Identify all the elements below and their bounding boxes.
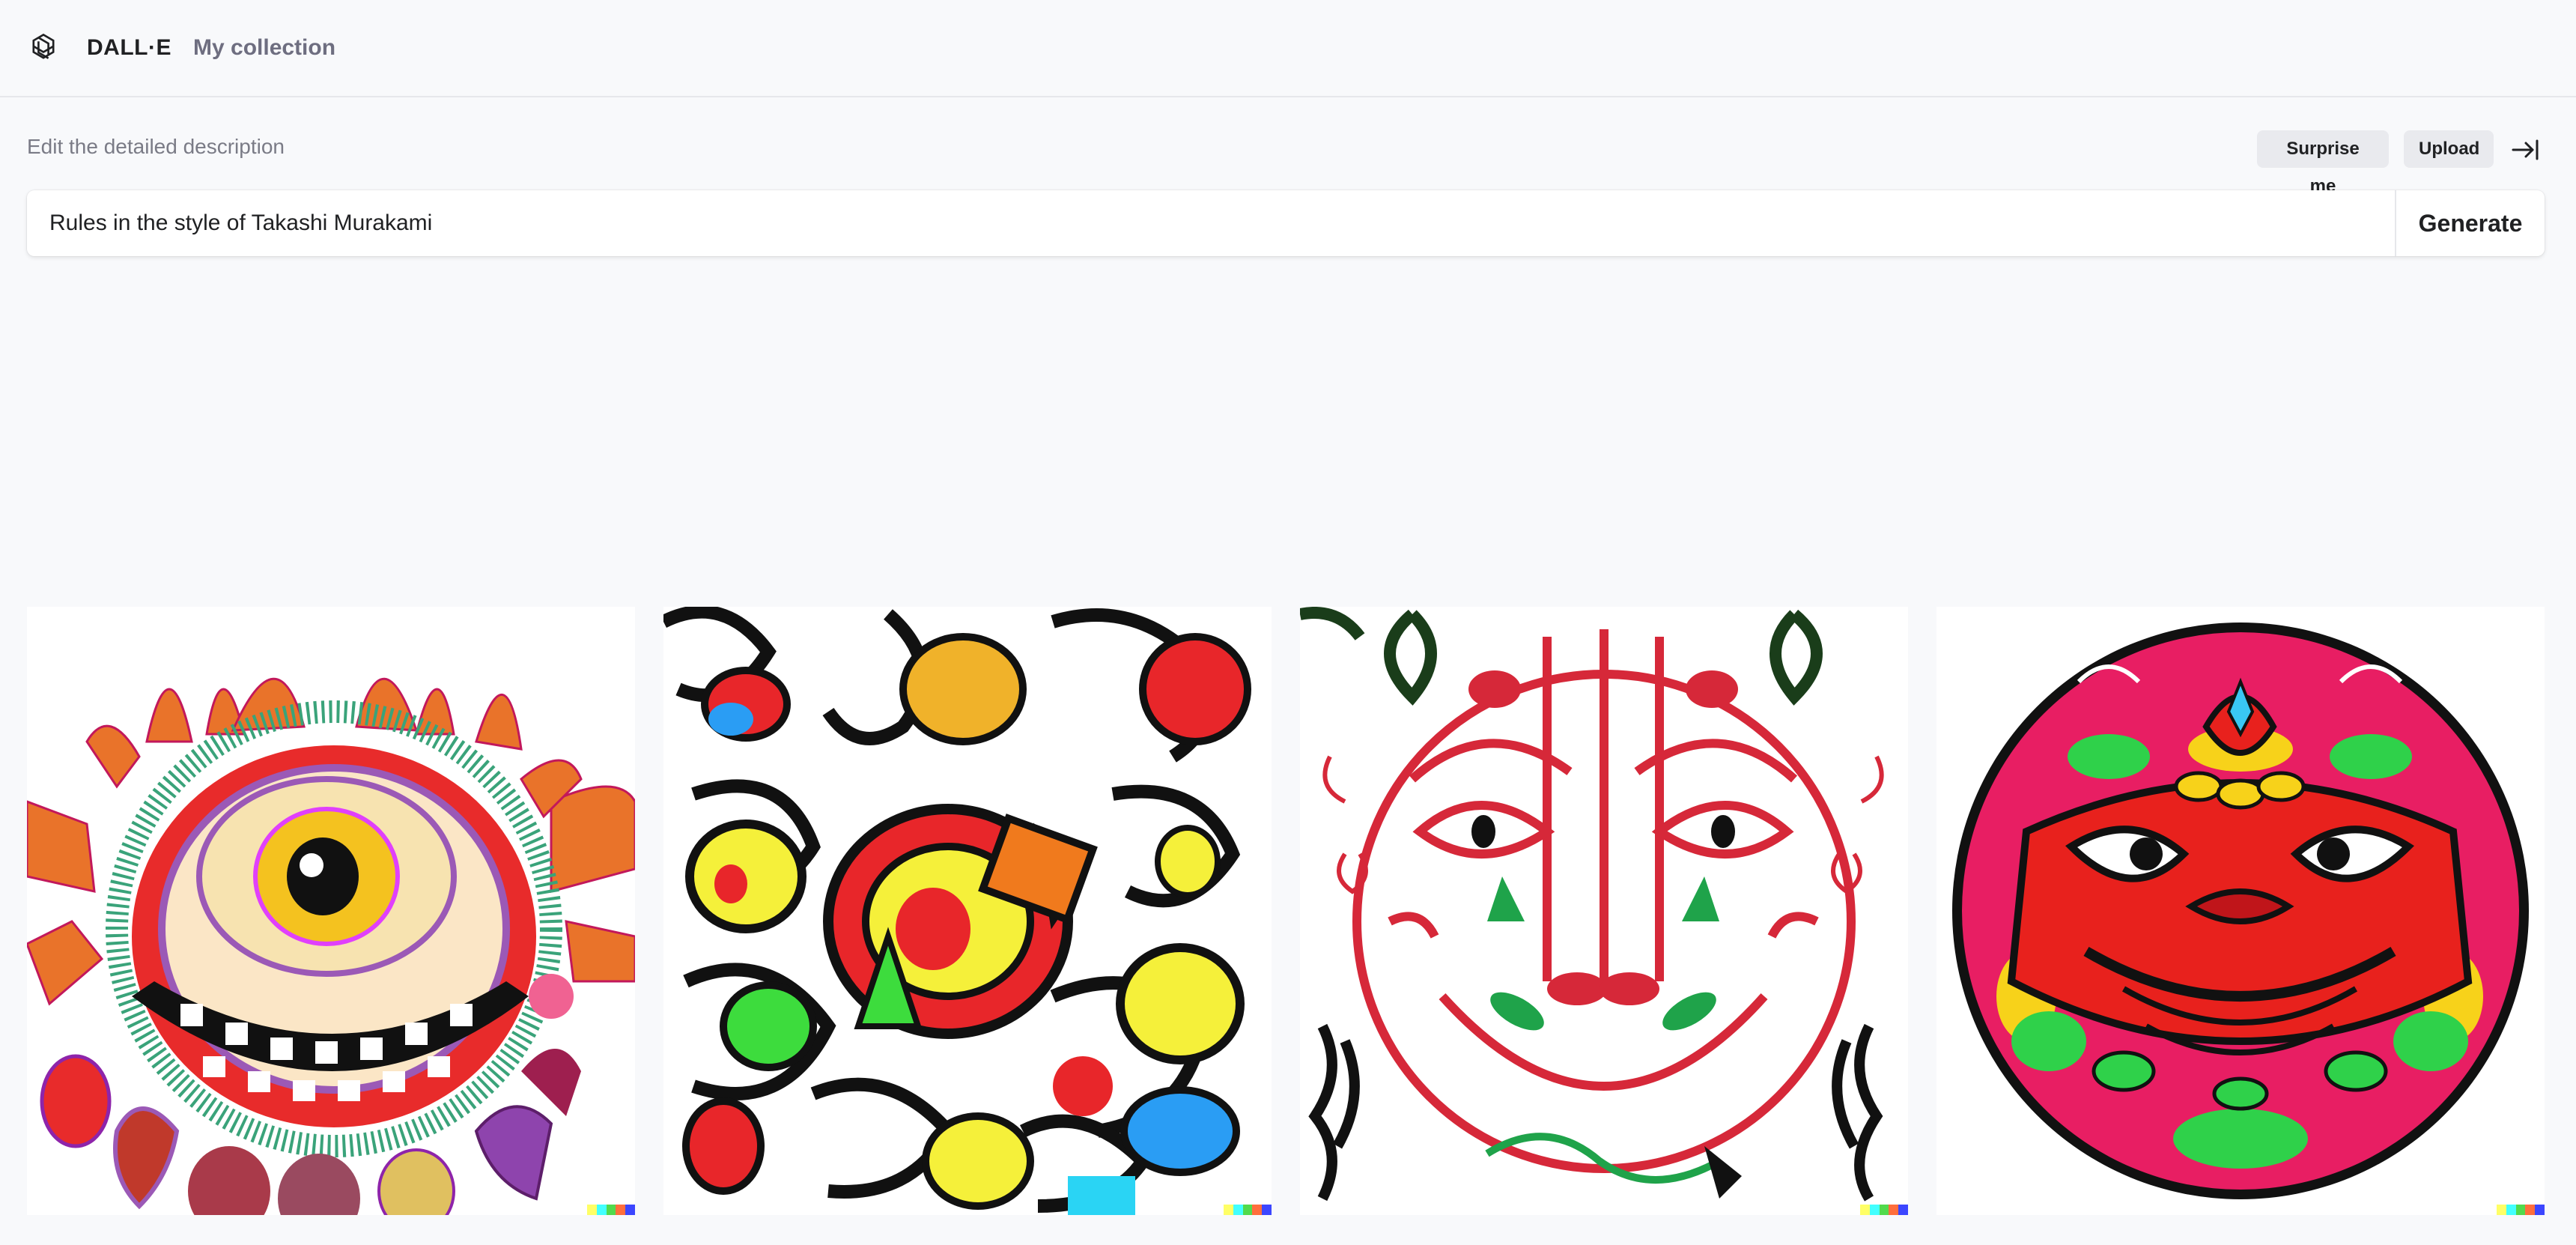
collapse-right-icon[interactable] <box>2509 133 2542 166</box>
dalle-watermark <box>1860 1205 1908 1215</box>
prompt-box: Generate <box>27 190 2545 256</box>
prompt-input[interactable] <box>27 190 2393 256</box>
upload-button[interactable]: Upload <box>2404 130 2494 168</box>
red-demon-circle-image <box>1936 607 2545 1215</box>
result-image-4[interactable] <box>1936 607 2545 1215</box>
red-line-mask-face-image <box>1300 607 1908 1215</box>
prompt-label: Edit the detailed description <box>27 135 285 158</box>
openai-logo-icon[interactable] <box>27 31 60 64</box>
generate-button[interactable]: Generate <box>2395 190 2545 256</box>
surprise-me-button[interactable]: Surprise me <box>2257 130 2389 196</box>
dalle-watermark <box>2497 1205 2545 1215</box>
result-image-2[interactable] <box>663 607 1272 1215</box>
results-grid <box>27 607 2545 1215</box>
result-image-1[interactable] <box>27 607 635 1215</box>
dalle-watermark <box>587 1205 635 1215</box>
one-eyed-sun-monster-image <box>27 607 635 1215</box>
top-navigation-bar: DALL·E My collection <box>0 0 2576 97</box>
result-image-3[interactable] <box>1300 607 1908 1215</box>
dalle-watermark <box>1224 1205 1272 1215</box>
nav-my-collection[interactable]: My collection <box>193 33 335 63</box>
brand-title[interactable]: DALL·E <box>87 33 171 63</box>
colorful-faces-pattern-image <box>663 607 1272 1215</box>
